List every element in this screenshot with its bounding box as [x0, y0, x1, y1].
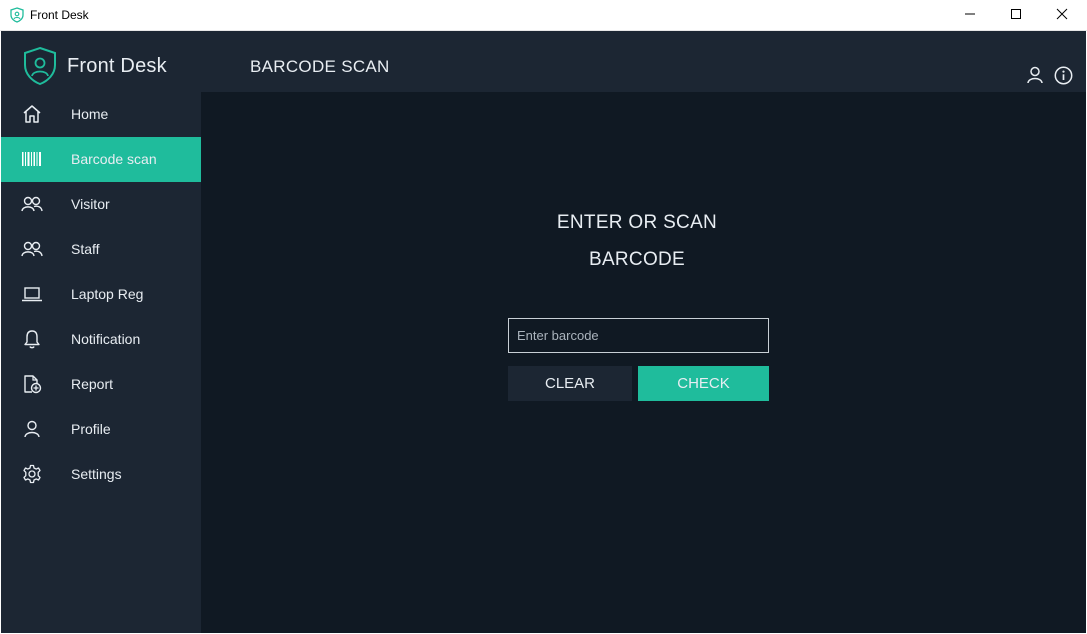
sidebar: Home Barcode scan Visitor Staff Laptop R… — [1, 92, 201, 633]
sidebar-item-label: Profile — [71, 421, 111, 437]
clear-button[interactable]: CLEAR — [508, 366, 632, 401]
page-title: BARCODE SCAN — [250, 57, 390, 76]
users-icon — [21, 193, 43, 215]
close-button[interactable] — [1039, 0, 1085, 31]
brand-name: Front Desk — [67, 55, 167, 77]
sidebar-item-home[interactable]: Home — [1, 92, 201, 137]
barcode-icon — [21, 148, 43, 170]
laptop-icon — [21, 283, 43, 305]
shield-user-icon — [22, 46, 58, 86]
sidebar-item-label: Staff — [71, 241, 100, 257]
user-icon[interactable] — [1025, 65, 1045, 85]
sidebar-item-settings[interactable]: Settings — [1, 452, 201, 497]
barcode-input[interactable] — [508, 318, 769, 353]
close-icon — [1056, 7, 1068, 25]
sidebar-item-label: Notification — [71, 331, 141, 347]
bell-icon — [21, 328, 43, 350]
sidebar-item-laptop-reg[interactable]: Laptop Reg — [1, 272, 201, 317]
sidebar-item-report[interactable]: Report — [1, 362, 201, 407]
gear-icon — [21, 463, 43, 485]
sidebar-item-staff[interactable]: Staff — [1, 227, 201, 272]
home-icon — [21, 103, 43, 125]
scan-heading-line1: ENTER OR SCAN — [556, 212, 718, 233]
sidebar-item-label: Report — [71, 376, 114, 392]
users-icon — [21, 238, 43, 260]
minimize-button[interactable] — [947, 0, 993, 31]
sidebar-item-profile[interactable]: Profile — [1, 407, 201, 452]
report-add-icon — [21, 373, 43, 395]
window-title: Front Desk — [30, 8, 89, 22]
sidebar-item-label: Barcode scan — [71, 151, 157, 167]
info-icon[interactable] — [1053, 65, 1073, 85]
user-icon — [21, 418, 43, 440]
maximize-icon — [1010, 7, 1022, 25]
sidebar-item-label: Laptop Reg — [71, 286, 144, 302]
window-titlebar: Front Desk — [0, 0, 1087, 31]
sidebar-item-visitor[interactable]: Visitor — [1, 182, 201, 227]
sidebar-item-label: Home — [71, 106, 109, 122]
sidebar-item-label: Settings — [71, 466, 122, 482]
app-header: Front Desk BARCODE SCAN — [1, 31, 1086, 92]
sidebar-item-notification[interactable]: Notification — [1, 317, 201, 362]
app-window: Front Desk BARCODE SCAN Home Barcode sca… — [1, 31, 1086, 633]
shield-user-icon — [9, 7, 25, 23]
scan-heading-line2: BARCODE — [588, 249, 686, 270]
sidebar-item-label: Visitor — [71, 196, 110, 212]
minimize-icon — [964, 7, 976, 25]
sidebar-item-barcode-scan[interactable]: Barcode scan — [1, 137, 201, 182]
check-button[interactable]: CHECK — [638, 366, 769, 401]
maximize-button[interactable] — [993, 0, 1039, 31]
